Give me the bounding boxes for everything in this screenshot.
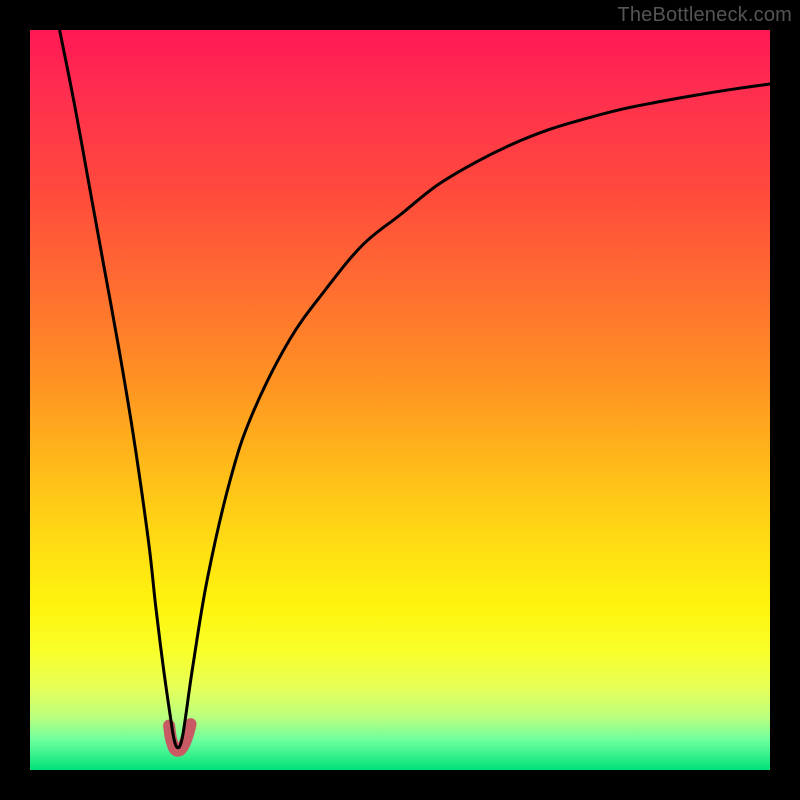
plot-area [30,30,770,770]
credit-label: TheBottleneck.com [617,4,792,27]
bottleneck-curve [60,30,770,748]
chart-frame: TheBottleneck.com [0,0,800,800]
chart-svg [30,30,770,770]
